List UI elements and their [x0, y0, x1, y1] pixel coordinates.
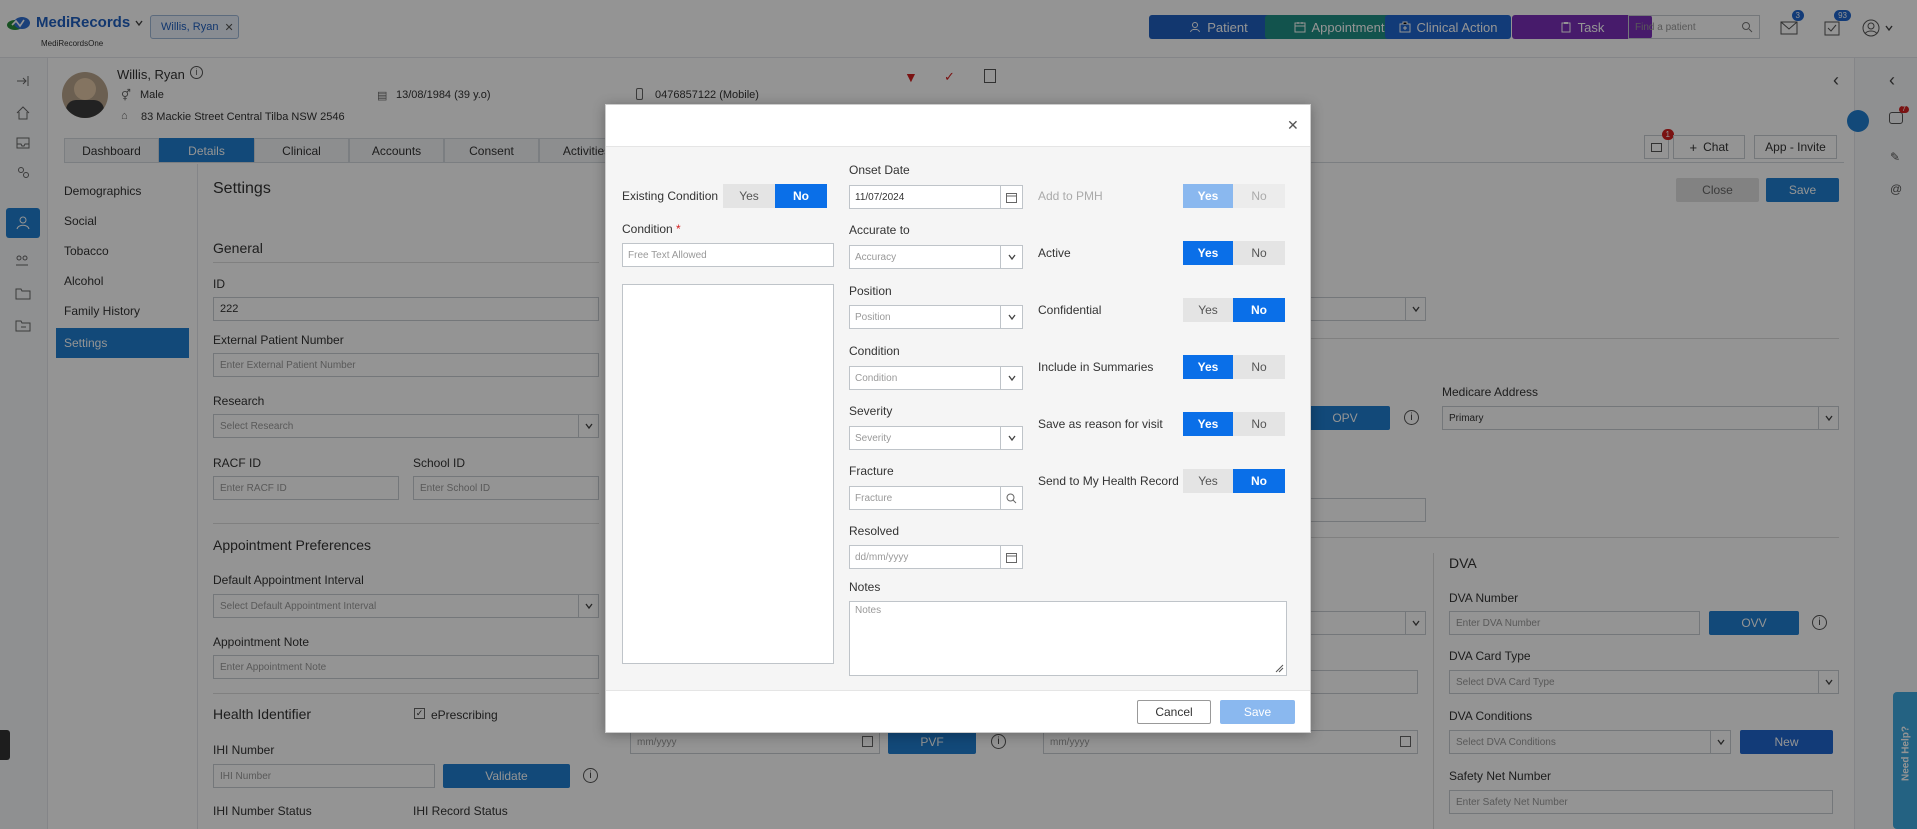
position-label: Position	[849, 284, 892, 298]
save-reason-yes[interactable]: Yes	[1183, 412, 1233, 436]
no-label: No	[1251, 246, 1267, 260]
onset-date-value: 11/07/2024	[855, 191, 905, 203]
send-mhr-label: Send to My Health Record	[1038, 474, 1179, 488]
fracture-label: Fracture	[849, 464, 894, 478]
accurate-to-label: Accurate to	[849, 223, 910, 237]
position-select[interactable]: Position	[849, 305, 1023, 329]
placeholder: Fracture	[855, 492, 893, 504]
placeholder: Position	[855, 311, 891, 323]
condition-type-select[interactable]: Condition	[849, 366, 1023, 390]
chevron-down-icon	[1000, 306, 1022, 328]
add-condition-dialog: ✕ Existing Condition Yes No Condition * …	[605, 104, 1311, 733]
chevron-down-icon	[1000, 427, 1022, 449]
add-to-pmh-label: Add to PMH	[1038, 189, 1103, 203]
placeholder: Severity	[855, 432, 892, 444]
onset-date-input[interactable]: 11/07/2024	[849, 185, 1023, 209]
yes-label: Yes	[1197, 246, 1219, 260]
chevron-down-icon	[1000, 246, 1022, 268]
close-icon[interactable]: ✕	[1287, 117, 1299, 134]
send-mhr-no[interactable]: No	[1233, 469, 1285, 493]
yes-label: Yes	[1197, 417, 1219, 431]
include-summaries-no[interactable]: No	[1233, 355, 1285, 379]
condition-label: Condition *	[622, 222, 681, 236]
no-label: No	[1251, 303, 1267, 317]
condition-type-label: Condition	[849, 344, 900, 358]
search-icon[interactable]	[1000, 487, 1022, 509]
dialog-body: Existing Condition Yes No Condition * Fr…	[606, 147, 1310, 690]
notes-textarea[interactable]: Notes	[849, 601, 1287, 676]
resize-handle-icon[interactable]	[1274, 663, 1284, 673]
placeholder: dd/mm/yyyy	[855, 551, 909, 563]
condition-input[interactable]: Free Text Allowed	[622, 243, 834, 267]
add-to-pmh-yes[interactable]: Yes	[1183, 184, 1233, 208]
no-label: No	[1251, 474, 1267, 488]
no-label: No	[1251, 360, 1267, 374]
include-summaries-label: Include in Summaries	[1038, 360, 1154, 374]
placeholder: Accuracy	[855, 251, 897, 263]
onset-date-label: Onset Date	[849, 163, 910, 177]
dialog-footer: Cancel Save	[606, 690, 1310, 732]
yes-label: Yes	[1198, 303, 1218, 317]
existing-condition-no[interactable]: No	[775, 184, 827, 208]
placeholder: Notes	[855, 605, 882, 616]
no-label: No	[1251, 189, 1267, 203]
notes-label: Notes	[849, 580, 881, 594]
placeholder: Condition	[855, 372, 898, 384]
resolved-date-input[interactable]: dd/mm/yyyy	[849, 545, 1023, 569]
active-no[interactable]: No	[1233, 241, 1285, 265]
confidential-yes[interactable]: Yes	[1183, 298, 1233, 322]
confidential-no[interactable]: No	[1233, 298, 1285, 322]
placeholder: Free Text Allowed	[628, 249, 707, 261]
yes-label: Yes	[1197, 360, 1219, 374]
yes-label: Yes	[739, 189, 759, 203]
active-label: Active	[1038, 246, 1071, 260]
condition-label-text: Condition	[622, 222, 673, 236]
no-label: No	[793, 189, 809, 203]
active-yes[interactable]: Yes	[1183, 241, 1233, 265]
existing-condition-yes[interactable]: Yes	[723, 184, 775, 208]
cancel-label: Cancel	[1155, 705, 1193, 719]
resolved-label: Resolved	[849, 524, 900, 538]
fracture-input[interactable]: Fracture	[849, 486, 1023, 510]
severity-select[interactable]: Severity	[849, 426, 1023, 450]
yes-label: Yes	[1198, 474, 1218, 488]
cancel-button[interactable]: Cancel	[1137, 700, 1211, 724]
calendar-icon[interactable]	[1000, 186, 1022, 208]
accuracy-select[interactable]: Accuracy	[849, 245, 1023, 269]
save-reason-label: Save as reason for visit	[1038, 417, 1163, 431]
save-label: Save	[1243, 705, 1272, 719]
chevron-down-icon	[1000, 367, 1022, 389]
add-to-pmh-no[interactable]: No	[1233, 184, 1285, 208]
save-button[interactable]: Save	[1220, 700, 1295, 724]
severity-label: Severity	[849, 404, 893, 418]
required-mark: *	[676, 222, 681, 236]
dialog-header: ✕	[606, 105, 1310, 147]
include-summaries-yes[interactable]: Yes	[1183, 355, 1233, 379]
existing-condition-label: Existing Condition	[622, 189, 719, 203]
send-mhr-yes[interactable]: Yes	[1183, 469, 1233, 493]
calendar-icon[interactable]	[1000, 546, 1022, 568]
save-reason-no[interactable]: No	[1233, 412, 1285, 436]
no-label: No	[1251, 417, 1267, 431]
condition-results-list[interactable]	[622, 284, 834, 664]
confidential-label: Confidential	[1038, 303, 1102, 317]
yes-label: Yes	[1197, 189, 1219, 203]
